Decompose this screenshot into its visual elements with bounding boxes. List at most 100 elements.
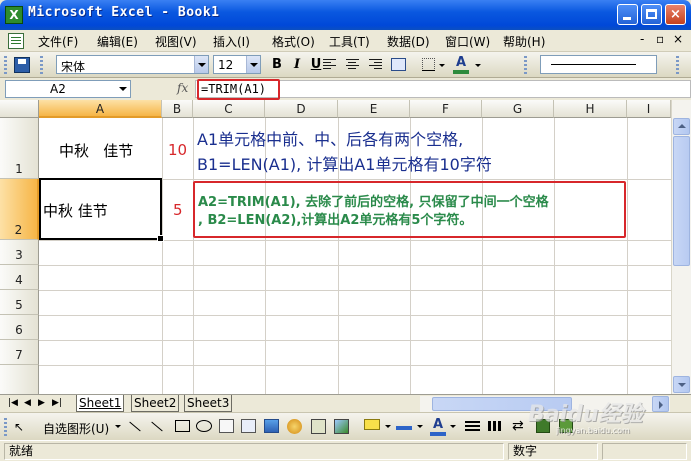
- arrow-style-icon[interactable]: ⇄: [512, 418, 524, 434]
- cell-b1[interactable]: 10: [168, 141, 187, 159]
- tab-sheet2[interactable]: Sheet2: [131, 395, 180, 412]
- vertical-textbox-icon[interactable]: [241, 419, 256, 433]
- bold-button[interactable]: B: [267, 56, 287, 74]
- column-header-a[interactable]: A: [39, 100, 162, 118]
- picture-icon[interactable]: [334, 419, 349, 434]
- toolbar-grip[interactable]: [40, 56, 43, 74]
- borders-icon[interactable]: [422, 58, 435, 71]
- minimize-button[interactable]: [617, 4, 638, 25]
- row-header-1[interactable]: 1: [0, 118, 39, 179]
- tab-sheet1[interactable]: Sheet1: [76, 395, 125, 412]
- fill-color-icon[interactable]: [364, 419, 380, 430]
- prev-sheet-icon[interactable]: ◀: [24, 398, 31, 408]
- align-center-icon[interactable]: [346, 59, 359, 70]
- column-header-f[interactable]: F: [410, 100, 482, 118]
- fx-icon[interactable]: fx: [177, 81, 188, 95]
- row-header-3[interactable]: 3: [0, 240, 39, 265]
- row-header-5[interactable]: 5: [0, 290, 39, 315]
- column-header-i[interactable]: I: [627, 100, 671, 118]
- close-button[interactable]: ×: [665, 4, 686, 25]
- doc-close-button[interactable]: ×: [673, 32, 683, 46]
- toolbar-grip[interactable]: [524, 56, 527, 74]
- cell-b2[interactable]: 5: [173, 201, 183, 219]
- arrow-icon[interactable]: [151, 421, 163, 432]
- menu-view[interactable]: 视图(V): [155, 33, 197, 50]
- menu-insert[interactable]: 插入(I): [213, 33, 250, 50]
- row-header-4[interactable]: 4: [0, 265, 39, 290]
- toolbar-grip[interactable]: [4, 56, 7, 74]
- row-header-8[interactable]: [0, 365, 39, 394]
- column-header-h[interactable]: H: [554, 100, 627, 118]
- menu-data[interactable]: 数据(D): [387, 33, 430, 50]
- toolbar-grip[interactable]: [676, 56, 679, 74]
- draw-font-color-icon[interactable]: A: [430, 417, 446, 437]
- note-row1-line2[interactable]: B1=LEN(A1), 计算出A1单元格有10字符: [197, 151, 492, 175]
- textbox-icon[interactable]: [219, 419, 234, 433]
- next-sheet-icon[interactable]: ▶: [38, 398, 45, 408]
- doc-restore-button[interactable]: ▫: [656, 32, 664, 46]
- excel-icon[interactable]: X: [5, 6, 23, 24]
- clip-art-icon[interactable]: [311, 419, 326, 434]
- autoshapes-menu[interactable]: 自选图形(U): [43, 420, 109, 437]
- scroll-up-button[interactable]: [673, 118, 690, 135]
- column-header-e[interactable]: E: [338, 100, 410, 118]
- align-right-icon[interactable]: [369, 59, 382, 70]
- select-arrow-icon[interactable]: ↖: [14, 420, 24, 434]
- menu-window[interactable]: 窗口(W): [445, 33, 490, 50]
- maximize-button[interactable]: [641, 4, 662, 25]
- toolbar-grip[interactable]: [4, 418, 7, 436]
- font-size-select[interactable]: 12: [213, 55, 261, 74]
- scroll-thumb[interactable]: [673, 136, 690, 266]
- line-style-icon[interactable]: [465, 421, 480, 431]
- first-sheet-icon[interactable]: |◀: [8, 398, 18, 408]
- menu-help[interactable]: 帮助(H): [503, 33, 545, 50]
- italic-button[interactable]: I: [287, 56, 307, 74]
- spreadsheet-grid[interactable]: A B C D E F G H I 1 2 3 4 5 6 7 中秋 佳节 10…: [0, 100, 691, 394]
- active-cell-cursor[interactable]: [39, 178, 164, 242]
- chevron-down-icon[interactable]: [439, 64, 445, 67]
- menu-tools[interactable]: 工具(T): [329, 33, 370, 50]
- merge-center-icon[interactable]: [391, 58, 406, 71]
- column-header-g[interactable]: G: [482, 100, 554, 118]
- row-header-6[interactable]: 6: [0, 315, 39, 340]
- line-style-select[interactable]: [540, 55, 657, 74]
- align-left-icon[interactable]: [323, 59, 336, 70]
- chevron-down-icon[interactable]: [450, 425, 456, 428]
- wordart-icon[interactable]: [264, 419, 279, 433]
- diagram-icon[interactable]: [287, 419, 302, 434]
- line-color-icon[interactable]: [396, 420, 412, 430]
- font-color-icon[interactable]: A: [453, 55, 469, 75]
- cell-a1[interactable]: 中秋 佳节: [59, 140, 133, 161]
- grid-line: [554, 118, 555, 394]
- workbook-icon[interactable]: [8, 33, 24, 49]
- column-header-d[interactable]: D: [265, 100, 338, 118]
- chevron-down-icon[interactable]: [194, 56, 208, 73]
- name-box[interactable]: A2: [5, 80, 131, 98]
- select-all-corner[interactable]: [0, 100, 39, 118]
- save-icon[interactable]: [14, 57, 30, 73]
- row-header-2[interactable]: 2: [0, 179, 39, 240]
- chevron-down-icon[interactable]: [246, 56, 260, 73]
- vertical-scrollbar[interactable]: [671, 100, 691, 394]
- chevron-down-icon[interactable]: [115, 425, 121, 428]
- menu-format[interactable]: 格式(O): [272, 33, 315, 50]
- dash-style-icon[interactable]: [488, 421, 503, 431]
- oval-icon[interactable]: [196, 420, 212, 432]
- rectangle-icon[interactable]: [175, 420, 190, 432]
- note-row1-line1[interactable]: A1单元格中前、中、后各有两个空格,: [197, 126, 463, 150]
- column-header-b[interactable]: B: [162, 100, 193, 118]
- chevron-down-icon[interactable]: [385, 425, 391, 428]
- chevron-down-icon[interactable]: [475, 64, 481, 67]
- menu-edit[interactable]: 编辑(E): [97, 33, 138, 50]
- line-icon[interactable]: [129, 421, 141, 432]
- scroll-down-button[interactable]: [673, 376, 690, 393]
- doc-minimize-button[interactable]: -: [640, 32, 644, 46]
- font-name-select[interactable]: 宋体: [56, 55, 209, 74]
- chevron-down-icon[interactable]: [417, 425, 423, 428]
- tab-sheet3[interactable]: Sheet3: [184, 395, 233, 412]
- chevron-down-icon[interactable]: [119, 87, 127, 91]
- menu-file[interactable]: 文件(F): [38, 33, 78, 50]
- last-sheet-icon[interactable]: ▶|: [52, 398, 62, 408]
- column-header-c[interactable]: C: [193, 100, 265, 118]
- row-header-7[interactable]: 7: [0, 340, 39, 365]
